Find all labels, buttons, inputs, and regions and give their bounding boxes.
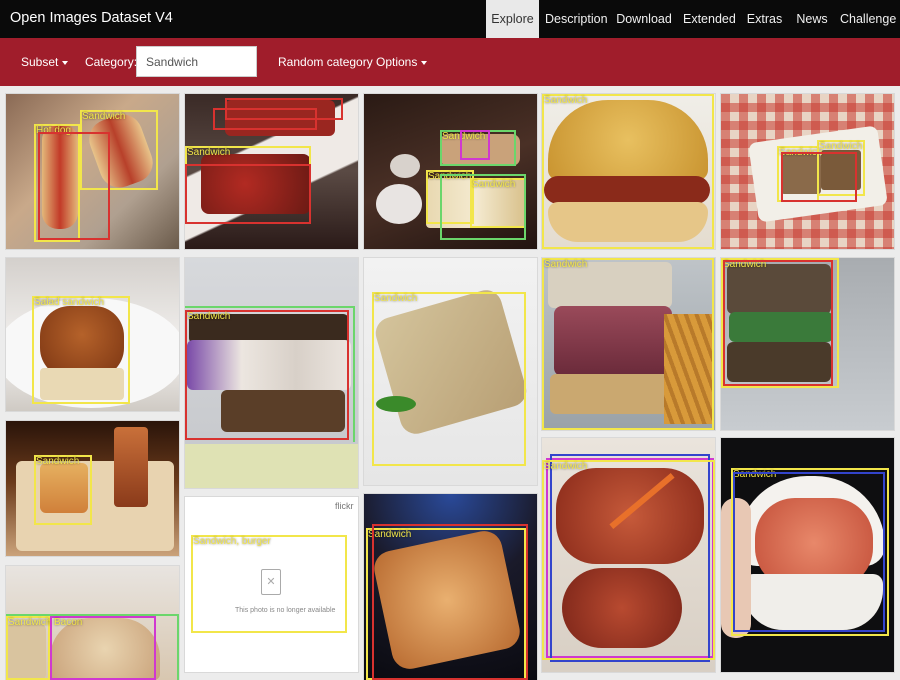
nav-download[interactable]: Download <box>614 0 674 38</box>
bounding-box <box>32 296 130 404</box>
ground-photo <box>185 444 358 488</box>
image-tile[interactable]: Hot dog Sandwich <box>6 94 179 249</box>
image-tile[interactable]: Sandwich Sandwich Sandwich <box>364 94 537 249</box>
image-tile[interactable]: Sandwich <box>542 258 715 430</box>
bounding-box <box>733 472 885 632</box>
bounding-box <box>6 614 179 680</box>
bounding-box <box>372 524 528 680</box>
random-category-link[interactable]: Random category <box>278 38 373 86</box>
image-tile[interactable]: Sandwich <box>364 258 537 485</box>
options-dropdown[interactable]: Options <box>376 38 428 86</box>
caret-down-icon <box>62 60 69 65</box>
annotation-label: Sandwich <box>819 141 863 152</box>
filter-toolbar: Subset Category: Random category Options <box>0 38 900 86</box>
bounding-box <box>781 152 857 202</box>
bounding-box <box>542 460 715 660</box>
image-tile[interactable]: Salad sandwich <box>6 258 179 411</box>
annotation-label: Salad sandwich <box>34 297 105 308</box>
annotation-label: Sandwich <box>187 311 231 322</box>
nav-challenge[interactable]: Challenge <box>840 0 896 38</box>
bounding-box <box>372 292 526 466</box>
bounding-box <box>542 94 714 249</box>
nav-description[interactable]: Description <box>545 0 608 38</box>
image-tile[interactable]: Sandwich <box>721 258 894 430</box>
annotation-label: Sandwich <box>544 95 588 106</box>
bounding-box <box>191 535 347 633</box>
annotation-label: Sandwich <box>544 461 588 472</box>
annotation-label: Sandwich <box>82 111 126 122</box>
site-title[interactable]: Open Images Dataset V4 <box>10 10 173 26</box>
image-tile[interactable]: Sandwich <box>542 94 715 249</box>
cup-photo <box>376 184 422 224</box>
annotation-label: Sandwich, burger <box>193 536 271 547</box>
image-tile[interactable]: flickr ✕ This photo is no longer availab… <box>185 497 358 672</box>
image-tile[interactable]: Sandwich <box>185 258 358 488</box>
image-tile[interactable]: Sandwich <box>6 421 179 556</box>
bounding-box <box>225 98 343 120</box>
image-tile[interactable]: Sandwich <box>542 438 715 672</box>
annotation-label: Sandwich <box>544 259 588 270</box>
subset-label: Subset <box>21 55 59 69</box>
cup-photo <box>390 154 420 178</box>
caret-down-icon <box>421 60 428 65</box>
nav-extras[interactable]: Extras <box>744 0 785 38</box>
drink-photo <box>114 427 148 507</box>
nav-extended[interactable]: Extended <box>683 0 736 38</box>
image-tile[interactable]: Sandwich Sandwich <box>721 94 894 249</box>
annotation-label: Sandwich <box>374 293 418 304</box>
image-tile[interactable]: Sandwich <box>364 494 537 680</box>
category-input[interactable] <box>136 46 257 77</box>
annotation-label: Sandwich <box>187 147 231 158</box>
nav-explore[interactable]: Explore <box>486 0 539 38</box>
flickr-source-label: flickr <box>335 501 354 511</box>
nav-news[interactable]: News <box>793 0 831 38</box>
subset-dropdown[interactable]: Subset <box>21 38 69 86</box>
bounding-box <box>185 306 355 442</box>
bounding-box <box>723 260 833 386</box>
annotation-label: Sandwich <box>36 456 80 467</box>
bounding-box <box>185 164 311 224</box>
bounding-box <box>542 258 714 430</box>
category-label: Category: <box>85 55 138 69</box>
bounding-box <box>38 132 110 240</box>
top-navbar: Open Images Dataset V4 Explore Descripti… <box>0 0 900 38</box>
bounding-box <box>440 174 526 240</box>
image-tile[interactable]: Sandwich <box>185 94 358 249</box>
bounding-box <box>460 130 490 160</box>
image-tile[interactable]: Sandwich Bacon <box>6 566 179 680</box>
options-label: Options <box>376 55 418 69</box>
image-tile[interactable]: Sandwich <box>721 438 894 672</box>
